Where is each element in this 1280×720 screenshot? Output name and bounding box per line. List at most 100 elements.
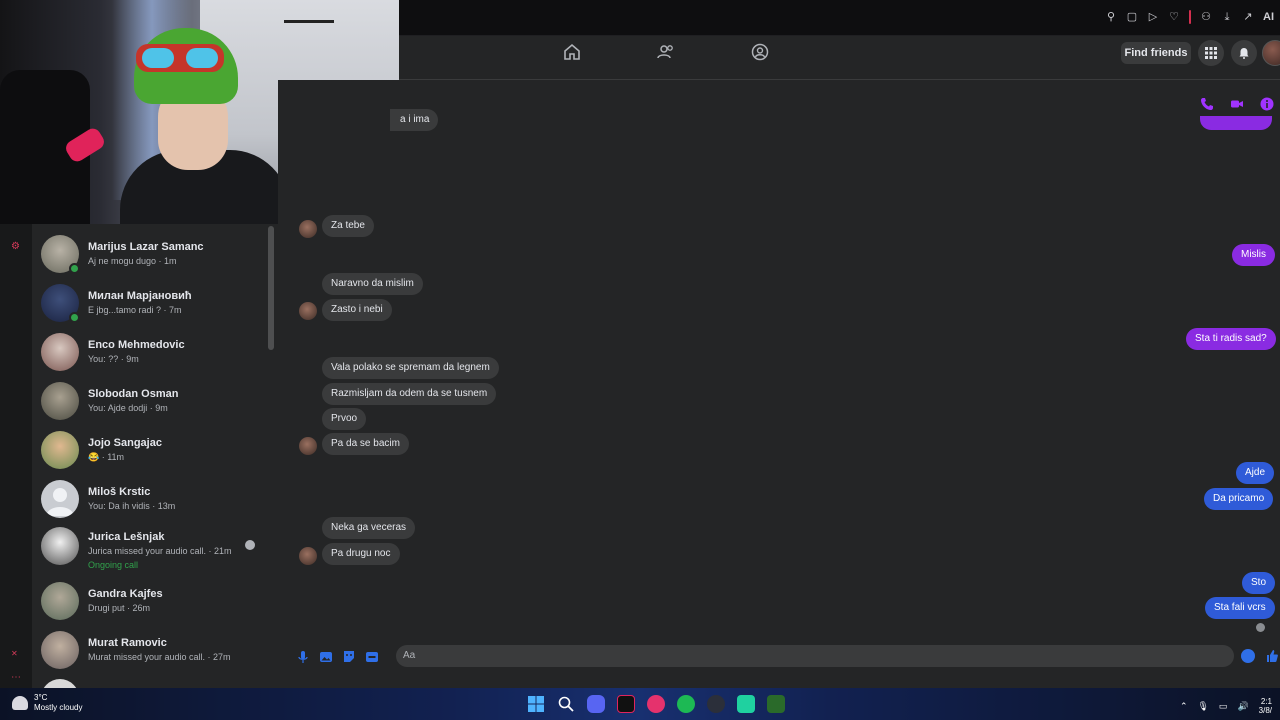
like-icon[interactable] (1266, 649, 1278, 663)
chat-item[interactable]: Jurica Lešnjak Jurica missed your audio … (32, 524, 272, 572)
more-icon[interactable]: ⋯ (11, 672, 22, 683)
ai-label[interactable]: AI (1263, 11, 1274, 23)
video-icon[interactable] (1230, 97, 1244, 111)
spotify-icon[interactable] (677, 695, 695, 713)
microphone-icon[interactable] (296, 650, 310, 664)
discord-icon[interactable] (587, 695, 605, 713)
avatar (41, 527, 79, 565)
display-icon[interactable]: ▭ (1219, 701, 1228, 712)
chat-item[interactable]: Slobodan Osman You: Ajde dodji · 9m (32, 379, 272, 427)
clock-time: 2:1 (1260, 697, 1272, 706)
message-incoming: Zasto i nebi (322, 299, 392, 321)
chat-name: Slobodan Osman (88, 388, 179, 400)
phone-icon[interactable] (1200, 97, 1214, 111)
avatar (41, 382, 79, 420)
avatar (41, 431, 79, 469)
chat-name: Marijus Lazar Samanc (88, 241, 204, 253)
avatar (41, 333, 79, 371)
chevron-up-icon[interactable]: ⌃ (1180, 701, 1188, 712)
call-status-icon (245, 540, 255, 550)
start-icon[interactable] (527, 695, 545, 713)
sender-avatar (299, 302, 317, 320)
sticker-icon[interactable] (342, 650, 356, 664)
image-icon[interactable] (319, 650, 333, 664)
weather-widget[interactable]: 3°C Mostly cloudy (12, 693, 82, 713)
menu-grid-icon[interactable] (1198, 40, 1224, 66)
tab-icon[interactable]: ▢ (1126, 11, 1138, 23)
app-icon[interactable] (767, 695, 785, 713)
chat-item[interactable]: Gandra Kajfes Drugi put · 26m (32, 579, 272, 627)
info-icon[interactable] (1260, 97, 1274, 111)
emoji-icon[interactable] (1241, 649, 1255, 663)
taskbar-overlay (0, 688, 1280, 720)
gif-icon[interactable] (365, 650, 379, 664)
chat-preview: Drugi put · 26m (88, 603, 151, 613)
chat-name: Murat Ramovic (88, 637, 167, 649)
message-incoming: Razmisljam da odem da se tusnem (322, 383, 497, 405)
message-incoming: Za tebe (322, 215, 374, 237)
close-icon[interactable]: ✕ (11, 648, 22, 659)
message-outgoing: Sto (1242, 572, 1276, 594)
groups-icon[interactable] (746, 38, 774, 66)
chat-name: Милан Марјановић (88, 290, 192, 302)
chat-preview: Murat missed your audio call. · 27m (88, 652, 231, 662)
steam-icon[interactable] (707, 695, 725, 713)
play-icon[interactable]: ▷ (1147, 11, 1159, 23)
volume-icon[interactable]: 🔊 (1237, 701, 1248, 712)
chat-preview: Jurica missed your audio call. · 21m (88, 546, 232, 556)
separator (1189, 10, 1191, 24)
avatar (41, 480, 79, 518)
pin-icon[interactable]: ⚲ (1105, 11, 1117, 23)
chat-name: Jurica Lešnjak (88, 531, 165, 543)
message-partial: a i ima (390, 109, 439, 131)
message-incoming: Prvoo (322, 408, 367, 430)
avatar (41, 679, 79, 688)
bell-icon[interactable] (1231, 40, 1257, 66)
chat-name: Jojo Sangajac (88, 437, 162, 449)
sender-avatar (299, 220, 317, 238)
chat-item[interactable]: Милан Марјановић E jbg...tamo radi ? · 7… (32, 281, 272, 329)
message-incoming: Pa da se bacim (322, 433, 409, 455)
opera-gx-icon[interactable] (647, 695, 665, 713)
chat-name: Enco Mehmedovic (88, 339, 185, 351)
ongoing-call-status: Ongoing call (88, 560, 139, 570)
chat-item[interactable]: Jojo Sangajac 😂 · 11m (32, 428, 272, 476)
search-icon[interactable] (557, 695, 575, 713)
message-input[interactable]: Aa (396, 645, 1234, 667)
chat-list: Marijus Lazar Samanc Aj ne mogu dugo · 1… (32, 224, 278, 688)
message-outgoing: Da pricamo (1204, 488, 1274, 510)
chat-preview: Aj ne mogu dugo · 1m (88, 256, 177, 266)
find-friends-button[interactable]: Find friends (1121, 42, 1191, 64)
clock-date: 3/8/ (1258, 706, 1272, 715)
chat-item[interactable]: Marijus Lazar Samanc Aj ne mogu dugo · 1… (32, 232, 272, 280)
microphone-tray-icon[interactable]: 🎙 (1197, 701, 1208, 712)
message-outgoing: Sta fali vcrs (1205, 597, 1275, 619)
weather-temperature: 3°C (34, 693, 48, 702)
message-bubble-partial (1200, 116, 1272, 130)
online-indicator (69, 312, 80, 323)
cloud-icon (12, 696, 28, 710)
settings-icon[interactable]: ⚙ (11, 241, 22, 252)
friends-icon[interactable] (652, 38, 680, 66)
avatar (41, 631, 79, 669)
chat-item[interactable]: Murat Ramovic Murat missed your audio ca… (32, 628, 272, 676)
chat-name: Gandra Kajfes (88, 588, 163, 600)
chat-item[interactable] (32, 676, 272, 688)
chat-app-icon[interactable] (737, 695, 755, 713)
chat-preview: E jbg...tamo radi ? · 7m (88, 305, 182, 315)
chat-preview: You: Da ih vidis · 13m (88, 501, 176, 511)
message-incoming: Neka ga veceras (322, 517, 416, 539)
account-icon[interactable]: ⚇ (1200, 11, 1212, 23)
chat-preview: You: ?? · 9m (88, 354, 139, 364)
sender-avatar (299, 437, 317, 455)
tiktok-icon[interactable] (617, 695, 635, 713)
share-icon[interactable]: ↗ (1242, 11, 1254, 23)
chat-list-scrollbar[interactable] (268, 226, 274, 350)
download-icon[interactable]: ⤓ (1221, 11, 1233, 23)
chat-item[interactable]: Enco Mehmedovic You: ?? · 9m (32, 330, 272, 378)
clock[interactable]: 2:1 3/8/ (1259, 697, 1272, 715)
heart-icon[interactable]: ♡ (1168, 11, 1180, 23)
chat-item[interactable]: Miloš Krstic You: Da ih vidis · 13m (32, 477, 272, 525)
weather-description: Mostly cloudy (34, 703, 83, 712)
home-icon[interactable] (558, 38, 586, 66)
